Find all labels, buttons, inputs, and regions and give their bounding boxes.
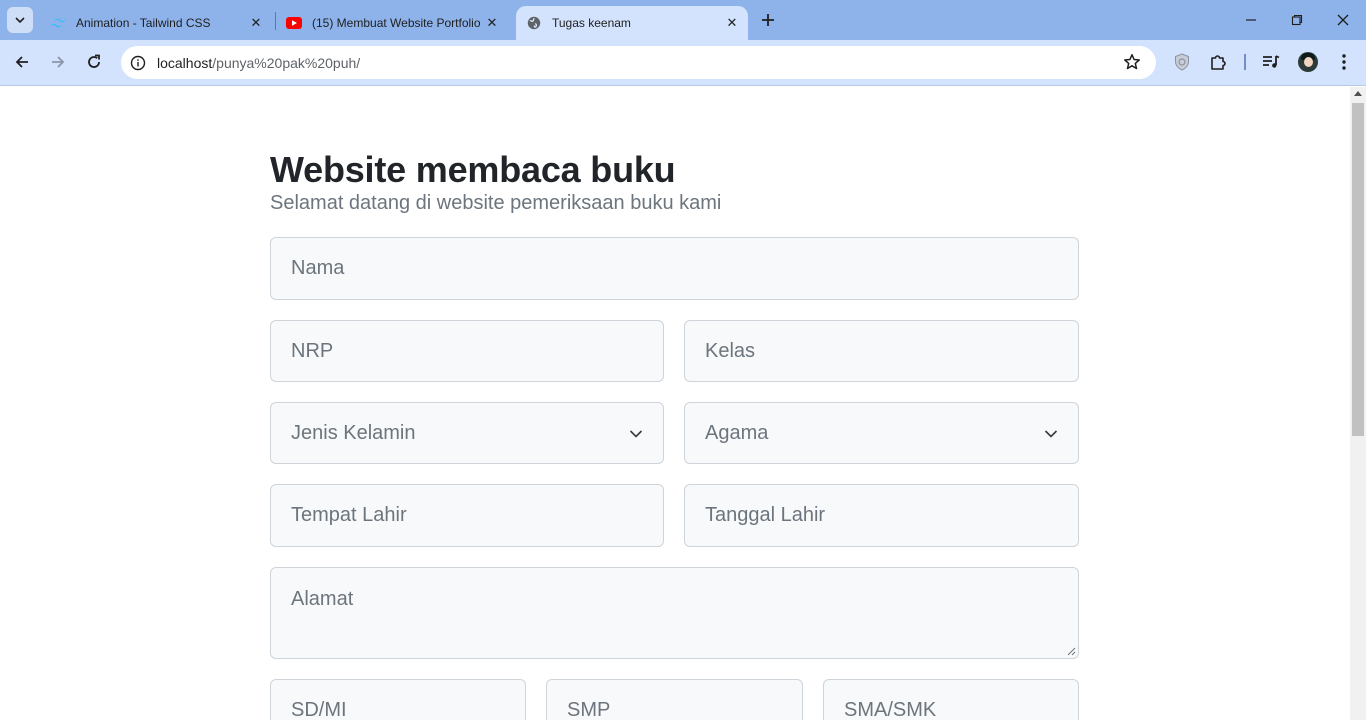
tab-strip: Animation - Tailwind CSS ✕ (15) Membuat … [0,0,1366,40]
scroll-up-arrow-icon[interactable] [1354,91,1362,96]
kelas-input[interactable]: Kelas [684,320,1079,382]
tempat-lahir-input[interactable]: Tempat Lahir [270,484,664,547]
page-viewport: Website membaca buku Selamat datang di w… [0,87,1350,720]
sma-input[interactable]: SMA/SMK [823,679,1079,720]
site-info-icon[interactable] [127,52,149,74]
kelas-placeholder: Kelas [705,339,756,362]
more-menu-icon[interactable] [1333,51,1355,73]
media-controls-icon[interactable] [1260,51,1282,73]
address-bar[interactable]: localhost/punya%20pak%20puh/ [121,46,1156,79]
back-button[interactable] [7,47,37,77]
sd-input[interactable]: SD/MI [270,679,526,720]
nrp-input[interactable]: NRP [270,320,664,382]
close-icon[interactable]: ✕ [722,13,742,33]
jenis-kelamin-value: Jenis Kelamin [291,421,416,444]
minimize-icon [1246,19,1256,21]
url-host: localhost [157,54,213,71]
arrow-left-icon [15,56,28,68]
reload-icon [88,54,100,68]
new-tab-button[interactable] [757,9,779,31]
sd-placeholder: SD/MI [291,699,347,720]
nrp-placeholder: NRP [291,339,334,362]
tab-youtube[interactable]: (15) Membuat Website Portfolio ✕ [276,6,508,40]
tab-title: Animation - Tailwind CSS [76,16,211,30]
youtube-icon [286,15,302,31]
profile-avatar[interactable] [1298,52,1318,72]
sma-placeholder: SMA/SMK [844,699,937,720]
agama-value: Agama [705,421,769,444]
agama-select[interactable]: Agama [684,402,1079,464]
scrollbar-thumb[interactable] [1352,103,1364,436]
tab-tailwind[interactable]: Animation - Tailwind CSS ✕ [40,6,272,40]
reload-button[interactable] [79,47,109,77]
browser-toolbar: localhost/punya%20pak%20puh/ [0,40,1366,86]
chevron-down-icon [1044,427,1058,441]
shield-extension-icon[interactable] [1171,51,1193,73]
alamat-placeholder: Alamat [291,588,354,610]
minimize-button[interactable] [1228,0,1274,40]
smp-placeholder: SMP [567,699,611,720]
tailwind-icon [50,15,66,31]
url-path: /punya%20pak%20puh/ [212,54,361,71]
plus-icon [762,14,774,26]
chevron-down-icon [15,17,25,24]
tanggal-lahir-placeholder: Tanggal Lahir [705,504,826,526]
close-icon [1337,14,1349,26]
smp-input[interactable]: SMP [546,679,803,720]
chevron-down-icon [629,427,643,441]
page-title: Website membaca buku [270,149,676,190]
close-icon[interactable]: ✕ [246,13,266,33]
page-scrollbar[interactable] [1350,87,1366,720]
bookmark-star-icon[interactable] [1122,52,1142,72]
tanggal-lahir-input[interactable]: Tanggal Lahir [684,484,1079,547]
jenis-kelamin-select[interactable]: Jenis Kelamin [270,402,664,464]
tab-tugas-keenam[interactable]: Tugas keenam ✕ [516,6,748,40]
tab-title: (15) Membuat Website Portfolio [312,16,481,30]
tempat-lahir-placeholder: Tempat Lahir [291,504,407,526]
arrow-right-icon [52,56,65,68]
page-subtitle: Selamat datang di website pemeriksaan bu… [270,192,722,214]
nama-placeholder: Nama [291,257,345,279]
close-icon[interactable]: ✕ [482,13,502,33]
globe-icon [526,15,542,31]
resize-grip-icon[interactable] [1066,646,1076,656]
tab-title: Tugas keenam [552,16,631,30]
alamat-textarea[interactable]: Alamat [270,567,1079,659]
nama-input[interactable]: Nama [270,237,1079,300]
restore-button[interactable] [1274,0,1320,40]
url-text[interactable]: localhost/punya%20pak%20puh/ [157,55,360,71]
close-window-button[interactable] [1320,0,1366,40]
tab-search-button[interactable] [7,7,33,33]
avatar-face [1304,57,1313,67]
toolbar-divider [1244,54,1246,70]
forward-button[interactable] [43,47,73,77]
restore-icon [1291,14,1303,26]
extensions-puzzle-icon[interactable] [1207,51,1229,73]
